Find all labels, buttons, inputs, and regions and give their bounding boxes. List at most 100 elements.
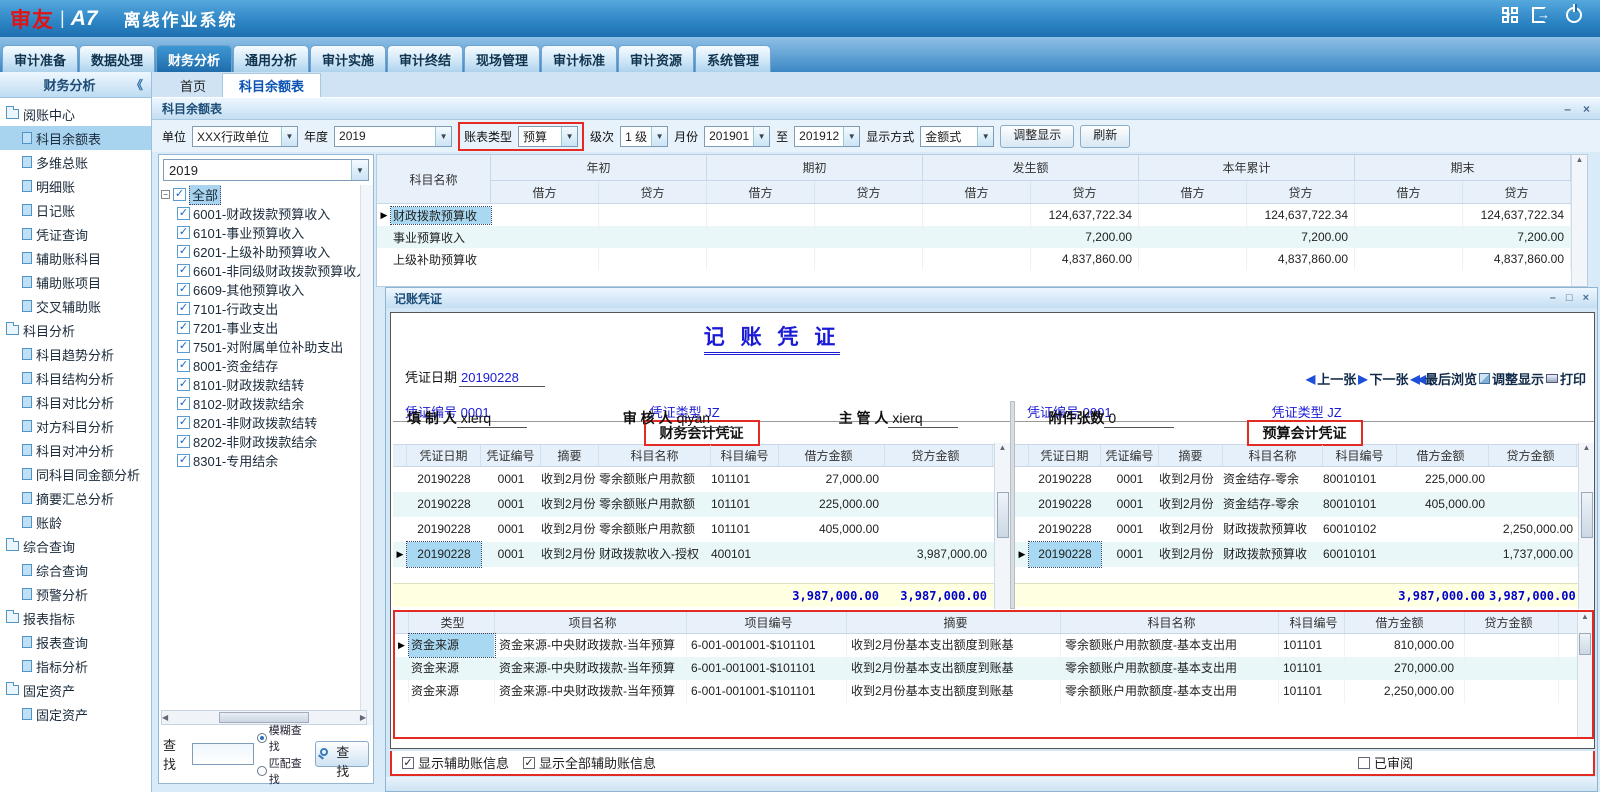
sidebar-item[interactable]: 报表查询 (0, 630, 151, 654)
cell-summary[interactable]: 收到2月份基本支出额度到账基 (847, 634, 1061, 657)
cell-code[interactable]: 80010101 (1323, 492, 1397, 517)
sidebar-item[interactable]: 账龄 (0, 510, 151, 534)
tree-account-node[interactable]: ✓ 6101-事业预算收入 (161, 223, 361, 242)
checkbox-checked-icon[interactable]: ✓ (177, 435, 190, 448)
sidebar-item[interactable]: 科目结构分析 (0, 366, 151, 390)
cell[interactable]: 7,200.00 (1031, 226, 1139, 248)
panel-close-icon[interactable]: × (1583, 102, 1590, 116)
cell[interactable] (923, 204, 1031, 226)
voucher-row[interactable]: ▶201902280001收到2月份财政拨款预算收600101011,737,0… (1015, 542, 1594, 567)
panel-minimize-icon[interactable]: – (1564, 102, 1571, 116)
cell-date[interactable]: 20190228 (407, 467, 481, 492)
chevron-down-icon[interactable]: ▼ (561, 127, 577, 146)
cell[interactable]: 124,637,722.34 (1463, 204, 1571, 226)
cell-summary[interactable]: 收到2月份 (541, 467, 599, 492)
cell-subject[interactable]: 财政拨款收入-授权 (599, 542, 711, 567)
cell-no[interactable]: 0001 (481, 517, 541, 542)
cell-project-code[interactable]: 6-001-001001-$101101 (687, 634, 847, 657)
show-aux-checkbox[interactable]: ✓显示辅助账信息 (402, 753, 509, 772)
tree-account-node[interactable]: ✓ 6201-上级补助预算收入 (161, 242, 361, 261)
cell-no[interactable]: 0001 (1101, 542, 1159, 567)
cell-subject[interactable]: 零余额账户用款额度-基本支出用 (1061, 680, 1279, 703)
cell-subject[interactable]: 零余额账户用款额 (599, 492, 711, 517)
apps-grid-icon[interactable]: ▼ (1502, 7, 1512, 23)
cell[interactable]: 4,837,860.00 (1031, 248, 1139, 270)
cell-credit[interactable]: 2,250,000.00 (1489, 517, 1577, 542)
main-tab[interactable]: 现场管理 (464, 45, 540, 72)
cell-no[interactable]: 0001 (1101, 517, 1159, 542)
month-from-select[interactable]: 201901▼ (704, 126, 770, 147)
cell[interactable] (707, 248, 815, 270)
sidebar-item[interactable]: 科目分析 (0, 318, 151, 342)
checkbox-checked-icon[interactable]: ✓ (173, 188, 186, 201)
sidebar-item[interactable]: 综合查询 (0, 534, 151, 558)
sidebar-item[interactable]: 科目对冲分析 (0, 438, 151, 462)
cell-code[interactable]: 101101 (711, 492, 779, 517)
cell-code[interactable]: 60010102 (1323, 517, 1397, 542)
cell[interactable]: 124,637,722.34 (1031, 204, 1139, 226)
chevron-down-icon[interactable]: ▼ (351, 160, 368, 180)
cell-credit[interactable]: 3,987,000.00 (885, 542, 993, 567)
cell-credit[interactable] (1489, 467, 1577, 492)
logout-icon[interactable] (1532, 7, 1546, 23)
aux-row[interactable]: 资金来源资金来源-中央财政拨款-当年预算6-001-001001-$101101… (395, 680, 1592, 703)
cell[interactable] (1139, 226, 1247, 248)
checkbox-checked-icon[interactable]: ✓ (177, 454, 190, 467)
main-tab[interactable]: 审计实施 (310, 45, 386, 72)
sidebar-item[interactable]: 辅助账科目 (0, 246, 151, 270)
sidebar-item[interactable]: 报表指标 (0, 606, 151, 630)
cell-subject[interactable]: 零余额账户用款额度-基本支出用 (1061, 634, 1279, 657)
adjust-display-button[interactable]: 调整显示 (1000, 125, 1074, 148)
cell-summary[interactable]: 收到2月份基本支出额度到账基 (847, 680, 1061, 703)
cell-debit[interactable]: 225,000.00 (779, 492, 885, 517)
checkbox-checked-icon[interactable]: ✓ (177, 340, 190, 353)
cell[interactable]: 7,200.00 (1463, 226, 1571, 248)
cell-credit[interactable]: 1,737,000.00 (1489, 542, 1577, 567)
cell-summary[interactable]: 收到2月份 (541, 492, 599, 517)
sidebar-item[interactable]: 预警分析 (0, 582, 151, 606)
tree-account-node[interactable]: ✓ 8201-非财政拨款结转 (161, 413, 361, 432)
cell-type[interactable]: 资金来源 (409, 680, 495, 703)
voucher-row[interactable]: 201902280001收到2月份零余额账户用款额101101405,000.0… (393, 517, 1010, 542)
sidebar-item[interactable]: 综合查询 (0, 558, 151, 582)
cell[interactable] (815, 226, 923, 248)
checkbox-checked-icon[interactable]: ✓ (177, 302, 190, 315)
cell-subject[interactable]: 资金结存-零余 (1223, 467, 1323, 492)
cell-project[interactable]: 资金来源-中央财政拨款-当年预算 (495, 657, 687, 680)
cell-project[interactable]: 资金来源-中央财政拨款-当年预算 (495, 634, 687, 657)
cell-date[interactable]: 20190228 (1029, 542, 1101, 567)
voucher-date-value[interactable]: 20190228 (459, 370, 545, 387)
refresh-button[interactable]: 刷新 (1080, 125, 1130, 148)
year-select[interactable]: 2019▼ (334, 126, 452, 147)
tree-account-node[interactable]: ✓ 8202-非财政拨款结余 (161, 432, 361, 451)
chevron-down-icon[interactable]: ▼ (651, 127, 667, 146)
tree-account-node[interactable]: ✓ 8001-资金结存 (161, 356, 361, 375)
cell-code[interactable]: 101101 (1279, 657, 1345, 680)
sidebar-item[interactable]: 交叉辅助账 (0, 294, 151, 318)
cell[interactable]: 124,637,722.34 (1247, 204, 1355, 226)
scroll-thumb[interactable] (1581, 492, 1593, 538)
tree-vertical-scrollbar[interactable] (360, 185, 373, 725)
cell[interactable] (815, 204, 923, 226)
sidebar-item[interactable]: 日记账 (0, 198, 151, 222)
aux-row[interactable]: ▶资金来源资金来源-中央财政拨款-当年预算6-001-001001-$10110… (395, 634, 1592, 657)
next-voucher-button[interactable]: 下一张 (1369, 369, 1408, 388)
checkbox-checked-icon[interactable]: ✓ (177, 416, 190, 429)
cell-date[interactable]: 20190228 (1029, 467, 1101, 492)
collapse-icon[interactable]: − (161, 190, 170, 199)
scroll-thumb[interactable] (1579, 633, 1591, 655)
tree-account-node[interactable]: ✓ 6001-财政拨款预算收入 (161, 204, 361, 223)
cell-subject[interactable]: 零余额账户用款额 (599, 467, 711, 492)
exact-search-radio[interactable]: 匹配查找 (257, 755, 312, 787)
checkbox-checked-icon[interactable]: ✓ (177, 207, 190, 220)
tree-account-node[interactable]: ✓ 8101-财政拨款结转 (161, 375, 361, 394)
checkbox-checked-icon[interactable]: ✓ (177, 226, 190, 239)
checkbox-checked-icon[interactable]: ✓ (177, 321, 190, 334)
voucher-vertical-scrollbar[interactable]: ▲ (994, 443, 1010, 609)
cell-type[interactable]: 资金来源 (409, 657, 495, 680)
cell[interactable] (707, 204, 815, 226)
cell-summary[interactable]: 收到2月份 (1159, 467, 1223, 492)
cell[interactable] (1355, 248, 1463, 270)
cell-debit[interactable]: 405,000.00 (779, 517, 885, 542)
cell-credit[interactable] (1465, 680, 1559, 703)
